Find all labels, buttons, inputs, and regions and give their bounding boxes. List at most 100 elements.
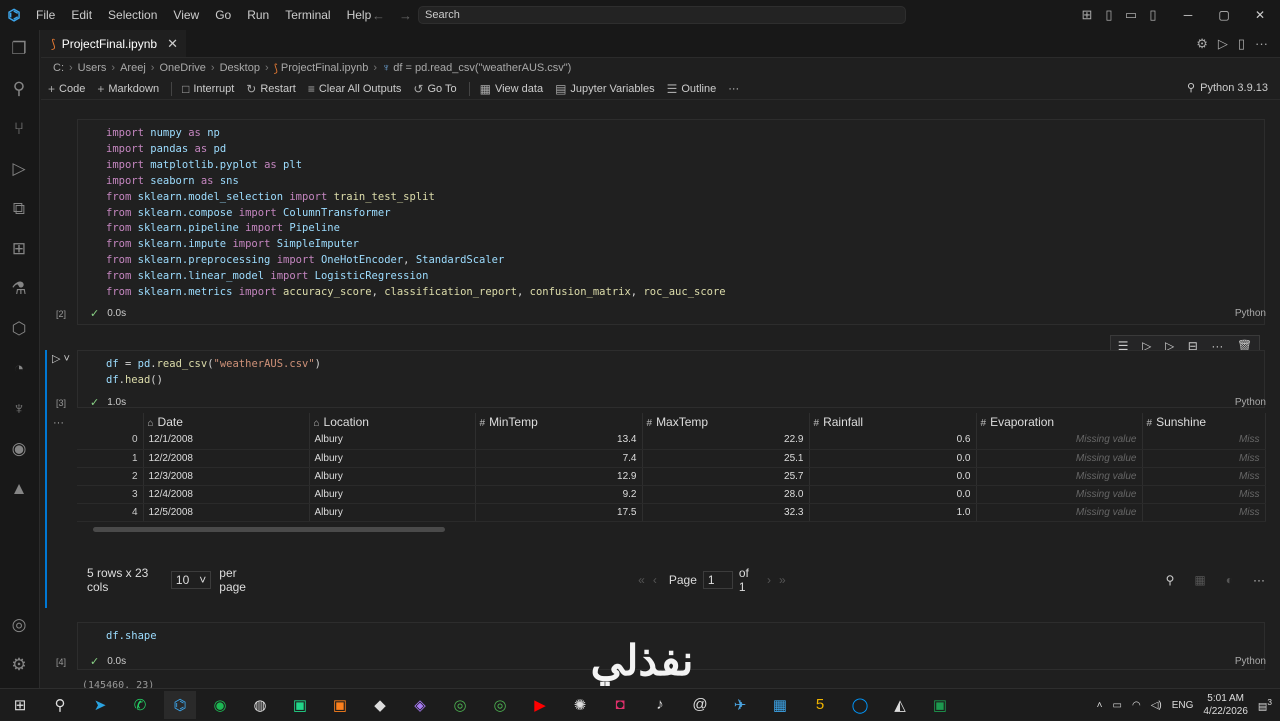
instagram-icon[interactable]: ◘ [604,691,636,719]
windows-start-icon[interactable]: ⊞ [4,691,36,719]
column-header[interactable]: # Rainfall [809,413,977,431]
volume-icon[interactable]: ◁) [1151,700,1162,711]
column-header[interactable]: # Evaporation [976,413,1143,431]
telegram-icon[interactable]: ➤ [84,691,116,719]
language-indicator[interactable]: ENG [1172,700,1194,711]
filter-icon[interactable]: ▦ [1194,573,1205,587]
network-app-icon[interactable]: ▦ [764,691,796,719]
split-editor-icon[interactable]: ▯ [1238,36,1245,52]
sort-icon[interactable]: ◐ [1226,573,1233,587]
search-grid-icon[interactable]: ⚲ [1166,573,1175,587]
next-page-icon[interactable]: › [767,573,771,587]
app-5-icon[interactable]: 5 [804,691,836,719]
horizontal-scrollbar[interactable] [77,525,1265,533]
column-header[interactable]: ⌂ Location [309,413,476,431]
first-page-icon[interactable]: « [638,573,645,587]
excel-icon[interactable]: ▣ [924,691,956,719]
pycharm-icon[interactable]: ▣ [284,691,316,719]
jupyter-variables-button[interactable]: ▤ Jupyter Variables [555,82,655,96]
browser-icon[interactable]: ◍ [244,691,276,719]
edge-icon[interactable]: ◉ [8,438,30,460]
view-data-button[interactable]: ▦ View data [480,82,543,96]
tab-projectfinal[interactable]: ⟆ ProjectFinal.ipynb ✕ [41,30,186,57]
scrollbar-thumb[interactable] [93,527,445,532]
restart-button[interactable]: ↻ Restart [246,82,296,96]
prev-page-icon[interactable]: ‹ [653,573,657,587]
wifi-icon[interactable]: ◠ [1132,700,1141,711]
settings-gear-icon[interactable]: ⚙ [8,654,30,676]
whatsapp-icon[interactable]: ✆ [124,691,156,719]
vscode-taskbar-icon[interactable]: ⌬ [164,690,196,719]
cell-language[interactable]: Python [1235,308,1266,319]
app-icon[interactable]: ✈ [724,691,756,719]
maximize-icon[interactable]: ▢ [1206,8,1242,22]
close-window-icon[interactable]: ✕ [1242,8,1278,22]
go-to-button[interactable]: ↺ Go To [413,82,456,96]
page-input[interactable]: 1 [702,571,733,589]
capcut-icon[interactable]: ◆ [364,691,396,719]
customize-layout-icon[interactable]: ⊞ [1080,7,1094,23]
drive-icon[interactable]: ▲ [8,478,30,500]
kernel-picker[interactable]: ⚲ Python 3.9.13 [1187,81,1268,95]
crumb-users[interactable]: Users [78,62,107,74]
back-arrow-icon[interactable]: ← [372,8,385,23]
source-control-icon[interactable]: ⑂ [8,118,30,140]
close-tab-icon[interactable]: ✕ [167,36,178,52]
toggle-panel-icon[interactable]: ▭ [1124,7,1138,23]
chrome-profile-icon[interactable]: ◎ [484,691,516,719]
more-toolbar-button[interactable]: ··· [728,83,739,95]
interrupt-button[interactable]: □ Interrupt [182,82,234,96]
crumb-onedrive[interactable]: OneDrive [159,62,205,74]
grid-more-icon[interactable]: ··· [1253,573,1265,587]
notification-icon[interactable]: ▤3 [1258,697,1272,712]
media-app-icon[interactable]: ◭ [884,691,916,719]
command-center-search[interactable]: Search [418,6,906,24]
tray-chevron-icon[interactable]: ˄ [1097,700,1103,711]
menu-view[interactable]: View [165,0,207,30]
crumb-drive[interactable]: C: [53,62,64,74]
toggle-sidebar-icon[interactable]: ▯ [1102,7,1116,23]
table-row[interactable]: 0 12/1/2008 Albury 13.4 22.9 0.6 Missing value… [77,431,1266,450]
search-icon[interactable]: ⚲ [8,78,30,100]
visual-studio-icon[interactable]: ◈ [404,691,436,719]
explorer-icon[interactable]: ❐ [8,38,30,60]
account-icon[interactable]: ◎ [8,614,30,636]
column-header[interactable]: # Sunshine [1142,413,1266,431]
forward-arrow-icon[interactable]: → [399,8,412,23]
youtube-icon[interactable]: ▶ [524,691,556,719]
add-code-button[interactable]: + Code [48,82,85,96]
code-cell-imports[interactable]: import numpy as np import pandas as pd i… [77,119,1265,325]
run-debug-icon[interactable]: ▷ [8,158,30,180]
menu-terminal[interactable]: Terminal [277,0,338,30]
settings-icon[interactable]: ⚙ [1196,36,1208,52]
menu-file[interactable]: File [28,0,63,30]
jetbrains-icon[interactable]: ▣ [324,691,356,719]
add-markdown-button[interactable]: + Markdown [97,82,159,96]
threads-icon[interactable]: @ [684,691,716,719]
page-size-select[interactable]: 10 ˅ [170,571,212,589]
output-more-icon[interactable]: ··· [53,417,64,429]
column-header[interactable]: # MinTemp [475,413,643,431]
table-row[interactable]: 3 12/4/2008 Albury 9.2 28.0 0.0 Missing value M… [77,485,1266,504]
run-cell-icon[interactable]: ▷ ˅ [52,352,70,365]
crumb-user[interactable]: Areej [120,62,146,74]
battery-icon[interactable]: ▭ [1113,700,1122,711]
python-icon[interactable]: ♆ [8,398,30,420]
menu-go[interactable]: Go [207,0,239,30]
clock[interactable]: 5:01 AM 4/22/2026 [1203,692,1248,718]
clear-outputs-button[interactable]: ≡ Clear All Outputs [308,82,402,96]
column-header[interactable]: # MaxTemp [642,413,810,431]
menu-selection[interactable]: Selection [100,0,165,30]
minimize-icon[interactable]: ─ [1170,8,1206,22]
crumb-cell[interactable]: df = pd.read_csv("weatherAUS.csv") [393,62,571,74]
table-row[interactable]: 1 12/2/2008 Albury 7.4 25.1 0.0 Missing value M… [77,449,1266,468]
more-actions-icon[interactable]: ··· [1255,36,1268,52]
search-icon[interactable]: ⚲ [44,691,76,719]
crumb-desktop[interactable]: Desktop [220,62,260,74]
extensions-icon[interactable]: ⊞ [8,238,30,260]
remote-explorer-icon[interactable]: ⧉ [8,198,30,220]
containers-icon[interactable]: ⬡ [8,318,30,340]
cell-language[interactable]: Python [1235,656,1266,667]
testing-icon[interactable]: ⚗ [8,278,30,300]
toggle-secondary-sidebar-icon[interactable]: ▯ [1146,7,1160,23]
